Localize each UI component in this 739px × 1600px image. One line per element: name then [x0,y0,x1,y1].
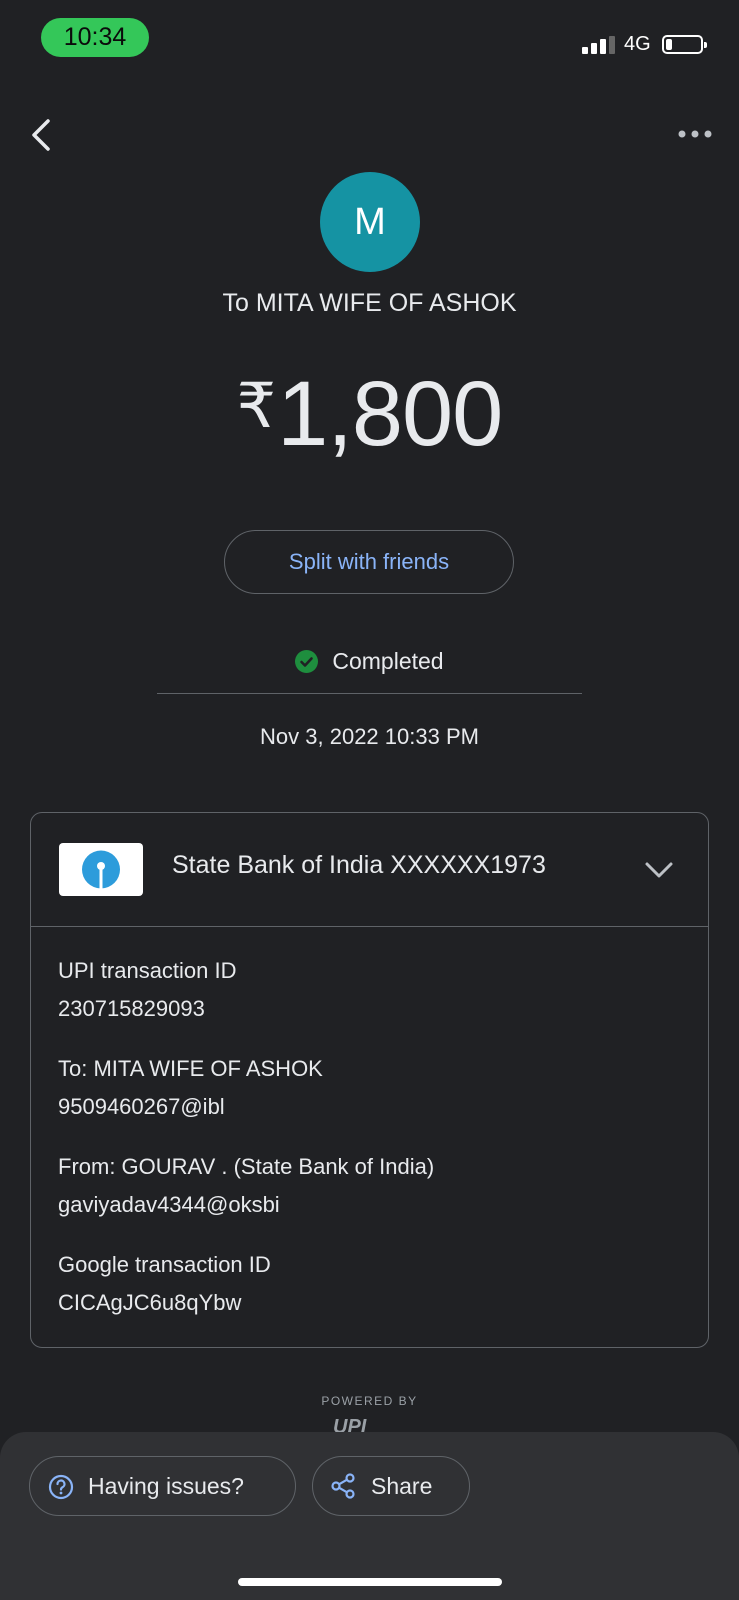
split-with-friends-button[interactable]: Split with friends [224,530,514,594]
status-text: Completed [332,648,444,674]
sbi-logo-icon [59,843,143,896]
upi-transaction-id-label: UPI transaction ID [58,958,237,983]
chevron-down-icon[interactable] [643,853,675,885]
upi-transaction-id-value: 230715829093 [58,996,205,1021]
google-transaction-id-value: CICAgJC6u8qYbw [58,1290,242,1315]
transaction-datetime: Nov 3, 2022 10:33 PM [260,724,479,749]
google-transaction-id-label: Google transaction ID [58,1252,271,1277]
bank-account-name: State Bank of India XXXXXX1973 [172,851,546,879]
battery-icon [662,35,707,54]
having-issues-label: Having issues? [88,1473,244,1499]
from-label: From: GOURAV . (State Bank of India) [58,1154,435,1179]
share-label: Share [371,1473,433,1499]
home-indicator[interactable] [238,1578,502,1586]
payee-name: To MITA WIFE OF ASHOK [222,289,517,317]
card-divider [31,926,708,927]
back-arrow-icon[interactable] [24,115,64,155]
upi-logo-text: UPI [333,1417,367,1433]
help-icon [48,1474,74,1500]
amount-value: 1,800 [277,363,503,465]
share-icon [331,1473,355,1499]
bank-account-row[interactable]: State Bank of India XXXXXX1973 [31,813,708,926]
upi-logo: UPI [333,1417,367,1433]
from-upi-id-value: gaviyadav4344@oksbi [58,1192,280,1217]
share-button[interactable]: Share [312,1456,470,1516]
status-row: Completed [0,648,739,675]
divider [157,693,582,694]
payee-avatar: M [320,172,420,272]
more-options-icon[interactable] [677,124,713,144]
transaction-details-card: State Bank of India XXXXXX1973 UPI trans… [30,812,709,1348]
signal-icon [582,36,615,54]
status-time: 10:34 [41,18,149,57]
to-label: To: MITA WIFE OF ASHOK [58,1056,323,1081]
bottom-action-bar: Having issues? Share [0,1432,739,1600]
currency-symbol: ₹ [236,372,276,441]
powered-by-label: POWERED BY [321,1394,418,1408]
having-issues-button[interactable]: Having issues? [29,1456,296,1516]
amount: ₹1,800 [0,362,739,467]
to-upi-id-value: 9509460267@ibl [58,1094,225,1119]
check-circle-icon [295,650,319,673]
network-type: 4G [624,33,651,55]
